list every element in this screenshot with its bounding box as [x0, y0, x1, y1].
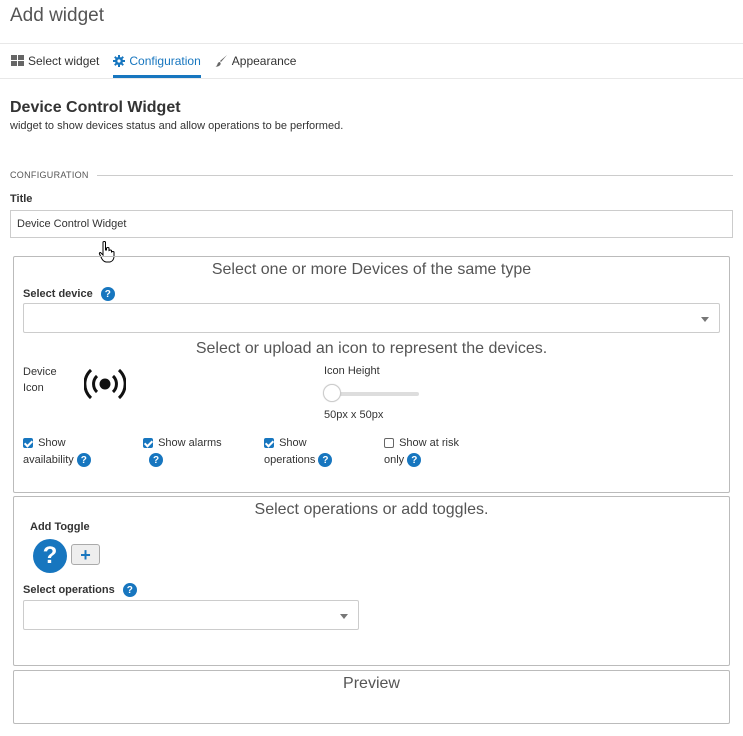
checkbox-icon[interactable] [264, 438, 274, 449]
tab-label: Appearance [231, 53, 297, 68]
tab-configuration[interactable]: Configuration [113, 44, 201, 78]
checkbox-icon[interactable] [384, 438, 394, 449]
chevron-down-icon [340, 614, 348, 619]
preview-panel: Preview [13, 670, 730, 724]
tab-bar: Select widget Configuration Appearance [0, 44, 743, 79]
preview-heading: Preview [343, 675, 400, 692]
section-header-configuration: CONFIGURATION [10, 170, 733, 180]
checkbox-icon[interactable] [143, 438, 153, 449]
dialog-header: Add widget [0, 0, 743, 44]
help-icon[interactable]: ? [100, 287, 115, 301]
select-device-label: Select device ? [23, 287, 115, 301]
select-operations-dropdown[interactable] [23, 600, 359, 630]
operations-panel: Select operations or add toggles. Add To… [13, 496, 730, 666]
add-toggle-label: Add Toggle [30, 521, 90, 533]
checkbox-icon[interactable] [23, 438, 33, 449]
checkbox-show-availability[interactable]: Show availability ? [23, 435, 91, 469]
toggle-placeholder-icon[interactable]: ? [33, 539, 67, 573]
icon-height-slider-thumb[interactable] [323, 384, 341, 402]
configuration-content: Device Control Widget widget to show dev… [0, 99, 743, 238]
add-toggle-button[interactable]: + [71, 544, 100, 565]
devices-panel: Select one or more Devices of the same t… [13, 256, 730, 493]
help-icon[interactable]: ? [318, 453, 333, 468]
tab-label: Select widget [28, 53, 100, 68]
dialog-title: Add widget [10, 5, 105, 26]
operations-panel-heading: Select operations or add toggles. [254, 501, 489, 518]
select-device-dropdown[interactable] [23, 303, 720, 333]
device-icon-label: Device Icon [23, 366, 57, 394]
devices-panel-heading: Select one or more Devices of the same t… [211, 261, 532, 278]
grid-icon [11, 55, 24, 66]
icon-heading: Select or upload an icon to represent th… [195, 340, 548, 357]
gear-icon [113, 54, 126, 67]
section-divider [96, 174, 733, 176]
checkbox-show-at-risk-only[interactable]: Show at risk only ? [384, 435, 459, 469]
icon-height-value: 50px x 50px [324, 409, 384, 421]
icon-height-label: Icon Height [324, 365, 380, 377]
checkbox-show-operations[interactable]: Show operations ? [264, 435, 333, 469]
help-icon[interactable]: ? [122, 583, 137, 597]
chevron-down-icon [701, 317, 709, 322]
title-input[interactable]: Device Control Widget [10, 210, 733, 238]
widget-name: Device Control Widget [10, 99, 181, 116]
help-icon[interactable]: ? [76, 453, 91, 468]
widget-description: widget to show devices status and allow … [10, 120, 344, 132]
tab-appearance[interactable]: Appearance [215, 44, 297, 78]
help-icon[interactable]: ? [407, 453, 422, 468]
select-operations-label: Select operations ? [23, 583, 137, 597]
checkbox-show-alarms[interactable]: Show alarms ? [143, 435, 222, 469]
title-label: Title [10, 193, 33, 205]
tab-select-widget[interactable]: Select widget [11, 44, 99, 78]
brush-icon [215, 54, 228, 67]
help-icon[interactable]: ? [149, 453, 163, 468]
tab-label: Configuration [129, 53, 201, 68]
title-input-value: Device Control Widget [17, 218, 127, 230]
broadcast-icon[interactable] [83, 366, 127, 405]
